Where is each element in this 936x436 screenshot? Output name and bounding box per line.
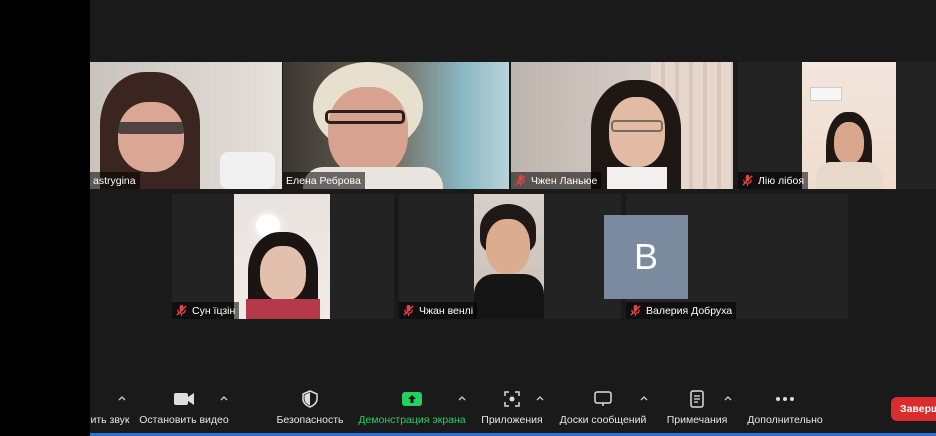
chevron-up-icon[interactable]: [219, 394, 229, 402]
security-button[interactable]: Безопасность: [274, 384, 346, 436]
apps-icon: [504, 391, 520, 407]
participant-name-tag: Сун їцзін: [172, 302, 240, 319]
participant-name: Валерия Добруха: [646, 304, 733, 317]
whiteboard-icon: [594, 391, 612, 406]
video-gallery: astrygina Елена Реброва Чжен Ланьюе Лію …: [90, 0, 936, 436]
participant-name: Лію лібоя: [758, 174, 805, 187]
mic-muted-icon: [403, 304, 414, 317]
mute-label: ить звук: [90, 414, 130, 426]
video-tile[interactable]: Чжен Ланьюе: [511, 62, 733, 189]
participant-video: [802, 62, 896, 189]
video-tile[interactable]: Сун їцзін: [172, 194, 394, 319]
more-dots-icon: [776, 397, 794, 401]
mic-muted-icon: [176, 304, 187, 317]
mic-muted-icon: [742, 174, 753, 187]
share-screen-button[interactable]: Демонстрация экрана: [356, 384, 468, 436]
stop-video-label: Остановить видео: [139, 414, 229, 426]
participant-name: Сун їцзін: [192, 304, 236, 317]
video-tile[interactable]: Чжан венлі: [399, 194, 621, 319]
more-label: Дополнительно: [747, 414, 823, 426]
stop-video-button[interactable]: Остановить видео: [138, 384, 230, 436]
left-panel: [0, 0, 90, 436]
participant-name-tag: Чжан венлі: [399, 302, 478, 319]
participant-video: [474, 194, 544, 319]
participant-name: Чжен Ланьюе: [531, 174, 598, 187]
chevron-up-icon[interactable]: [457, 394, 467, 402]
chevron-up-icon[interactable]: [535, 394, 545, 402]
chevron-up-icon[interactable]: [723, 394, 733, 402]
video-tile[interactable]: astrygina: [90, 62, 282, 189]
shield-icon: [302, 390, 318, 408]
participant-name: astrygina: [93, 174, 136, 187]
participant-name-tag: astrygina: [90, 172, 140, 189]
end-meeting-label: Заверш: [900, 403, 936, 415]
participant-video: [90, 62, 282, 189]
participant-name: Чжан венлі: [419, 304, 474, 317]
apps-label: Приложения: [481, 414, 543, 426]
participant-name: Елена Реброва: [286, 174, 361, 187]
mute-button[interactable]: ить звук: [90, 384, 130, 436]
video-camera-icon: [174, 393, 194, 405]
participant-video: [234, 194, 330, 319]
participant-video: [511, 62, 733, 189]
apps-button[interactable]: Приложения: [478, 384, 546, 436]
notes-label: Примечания: [666, 414, 728, 426]
chevron-up-icon[interactable]: [639, 394, 649, 402]
mic-muted-icon: [630, 304, 641, 317]
whiteboard-label: Доски сообщений: [559, 414, 647, 426]
participant-name-tag: Лію лібоя: [738, 172, 809, 189]
notes-icon: [690, 390, 704, 408]
participant-avatar: B: [604, 215, 688, 299]
whiteboard-button[interactable]: Доски сообщений: [556, 384, 650, 436]
participant-name-tag: Елена Реброва: [283, 172, 365, 189]
end-meeting-button[interactable]: Заверш: [891, 397, 936, 421]
more-button[interactable]: Дополнительно: [744, 384, 826, 436]
meeting-toolbar: ить звук Остановить видео Безопасность Д…: [90, 384, 936, 436]
notes-button[interactable]: Примечания: [660, 384, 734, 436]
chevron-up-icon[interactable]: [117, 394, 127, 402]
video-tile[interactable]: Елена Реброва: [283, 62, 509, 189]
share-screen-icon: [402, 392, 422, 406]
security-label: Безопасность: [276, 414, 344, 426]
share-screen-label: Демонстрация экрана: [358, 414, 466, 426]
participant-name-tag: Валерия Добруха: [626, 302, 737, 319]
avatar-letter: B: [633, 236, 658, 277]
video-tile[interactable]: Лію лібоя: [738, 62, 936, 189]
participant-video: [283, 62, 509, 189]
participant-name-tag: Чжен Ланьюе: [511, 172, 602, 189]
mic-muted-icon: [515, 174, 526, 187]
